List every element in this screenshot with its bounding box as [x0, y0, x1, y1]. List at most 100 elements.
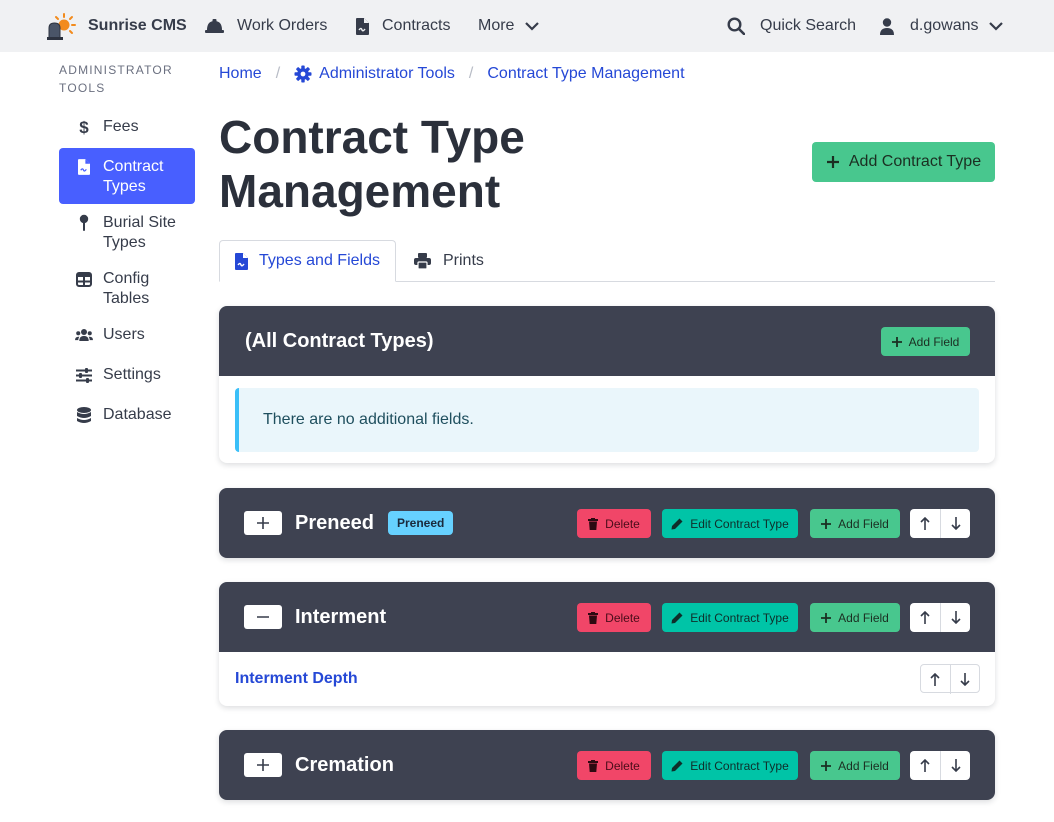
field-reorder-buttons: [920, 664, 980, 694]
collapse-toggle-button[interactable]: [244, 605, 282, 629]
field-link-interment-depth[interactable]: Interment Depth: [235, 670, 358, 688]
add-field-button[interactable]: Add Field: [810, 751, 900, 780]
sidebar-item-label: Burial Site Types: [103, 214, 176, 251]
edit-contract-type-label: Edit Contract Type: [690, 516, 789, 531]
table-icon: [75, 270, 93, 288]
search-icon: [727, 17, 745, 35]
delete-button[interactable]: Delete: [577, 751, 651, 780]
tab-prints-label: Prints: [443, 252, 484, 269]
plus-icon: [821, 760, 832, 771]
database-icon: [75, 406, 93, 424]
sidebar-item-label: Config Tables: [103, 270, 150, 307]
pencil-icon: [671, 760, 683, 772]
reorder-buttons: [910, 751, 970, 780]
edit-contract-type-label: Edit Contract Type: [690, 610, 789, 625]
panel-header: (All Contract Types) Add Field: [219, 306, 995, 376]
nav-contracts-label: Contracts: [382, 17, 451, 34]
field-row: Interment Depth: [219, 652, 995, 706]
sidebar-item-database[interactable]: Database: [59, 396, 195, 434]
chevron-down-icon: [988, 21, 1003, 31]
nav-more-dropdown[interactable]: More: [478, 0, 540, 52]
expand-toggle-button[interactable]: [244, 511, 282, 535]
brand-label: Sunrise CMS: [88, 17, 187, 34]
delete-label: Delete: [605, 516, 640, 531]
map-pin-icon: [75, 214, 93, 232]
breadcrumb-separator: /: [468, 65, 474, 82]
nav-work-orders[interactable]: Work Orders: [205, 0, 327, 52]
contract-type-name: Interment: [295, 605, 387, 628]
tab-prints[interactable]: Prints: [414, 240, 484, 282]
sidebar-item-users[interactable]: Users: [59, 316, 195, 354]
move-up-button[interactable]: [910, 603, 940, 632]
edit-contract-type-button[interactable]: Edit Contract Type: [662, 603, 798, 632]
delete-label: Delete: [605, 758, 640, 773]
breadcrumb-current[interactable]: Contract Type Management: [487, 65, 684, 83]
panel-contract-type-preneed: Preneed Preneed Delete Edit Contract Typ…: [219, 488, 995, 558]
move-down-button[interactable]: [949, 665, 979, 694]
delete-button[interactable]: Delete: [577, 603, 651, 632]
arrow-up-icon: [920, 759, 930, 772]
quick-search-link[interactable]: Quick Search: [727, 0, 856, 52]
contract-type-name: Preneed: [295, 511, 374, 534]
trash-icon: [588, 611, 599, 624]
sidebar-item-burial-site-types[interactable]: Burial Site Types: [59, 204, 195, 262]
user-name-label: d.gowans: [910, 17, 979, 34]
sidebar-item-label: Users: [103, 326, 145, 343]
arrow-down-icon: [950, 759, 961, 772]
plus-icon: [821, 612, 832, 623]
reorder-buttons: [910, 509, 970, 538]
users-icon: [75, 326, 93, 344]
pencil-icon: [671, 518, 683, 530]
hard-hat-icon: [205, 18, 224, 34]
sidebar-item-label: Fees: [103, 118, 139, 135]
reorder-buttons: [910, 603, 970, 632]
add-field-button[interactable]: Add Field: [881, 327, 970, 356]
add-contract-type-label: Add Contract Type: [848, 153, 982, 170]
chevron-down-icon: [525, 21, 540, 31]
tab-types-and-fields-label: Types and Fields: [259, 252, 380, 269]
trash-icon: [588, 759, 599, 772]
edit-contract-type-button[interactable]: Edit Contract Type: [662, 751, 798, 780]
top-navbar: Sunrise CMS Work Orders Contracts More Q…: [0, 0, 1054, 52]
add-field-button[interactable]: Add Field: [810, 509, 900, 538]
plus-icon: [826, 155, 840, 169]
plus-icon: [257, 759, 269, 771]
add-field-button[interactable]: Add Field: [810, 603, 900, 632]
add-field-label: Add Field: [908, 334, 960, 349]
sidebar-item-config-tables[interactable]: Config Tables: [59, 260, 195, 318]
sidebar-item-fees[interactable]: $ Fees: [59, 108, 195, 146]
brand-link[interactable]: Sunrise CMS: [46, 0, 187, 52]
move-down-button[interactable]: [940, 751, 970, 780]
delete-label: Delete: [605, 610, 640, 625]
expand-toggle-button[interactable]: [244, 753, 282, 777]
arrow-down-icon: [950, 611, 961, 624]
delete-button[interactable]: Delete: [577, 509, 651, 538]
move-up-button[interactable]: [910, 509, 940, 538]
sidebar-item-settings[interactable]: Settings: [59, 356, 195, 394]
breadcrumb-administrator-tools[interactable]: Administrator Tools: [294, 65, 455, 83]
move-up-button[interactable]: [921, 665, 950, 694]
nav-contracts[interactable]: Contracts: [356, 0, 450, 52]
user-menu-dropdown[interactable]: d.gowans: [880, 0, 1003, 52]
move-down-button[interactable]: [940, 509, 970, 538]
pencil-icon: [671, 612, 683, 624]
move-down-button[interactable]: [940, 603, 970, 632]
nav-work-orders-label: Work Orders: [237, 17, 328, 34]
dollar-icon: $: [75, 118, 93, 136]
sidebar-item-contract-types[interactable]: Contract Types: [59, 148, 195, 204]
plus-icon: [257, 517, 269, 529]
tab-types-and-fields[interactable]: Types and Fields: [219, 240, 396, 282]
breadcrumb-administrator-tools-label: Administrator Tools: [319, 65, 455, 82]
sidebar-item-label: Contract Types: [103, 158, 164, 195]
arrow-up-icon: [920, 611, 930, 624]
add-contract-type-button[interactable]: Add Contract Type: [812, 142, 995, 182]
move-up-button[interactable]: [910, 751, 940, 780]
arrow-up-icon: [920, 517, 930, 530]
page-title: Contract Type Management: [219, 111, 525, 217]
plus-icon: [891, 336, 902, 347]
file-contract-icon: [356, 17, 369, 35]
breadcrumb-home[interactable]: Home: [219, 65, 262, 83]
panel-all-contract-types: (All Contract Types) Add Field There are…: [219, 306, 995, 463]
printer-icon: [414, 253, 431, 269]
edit-contract-type-button[interactable]: Edit Contract Type: [662, 509, 798, 538]
